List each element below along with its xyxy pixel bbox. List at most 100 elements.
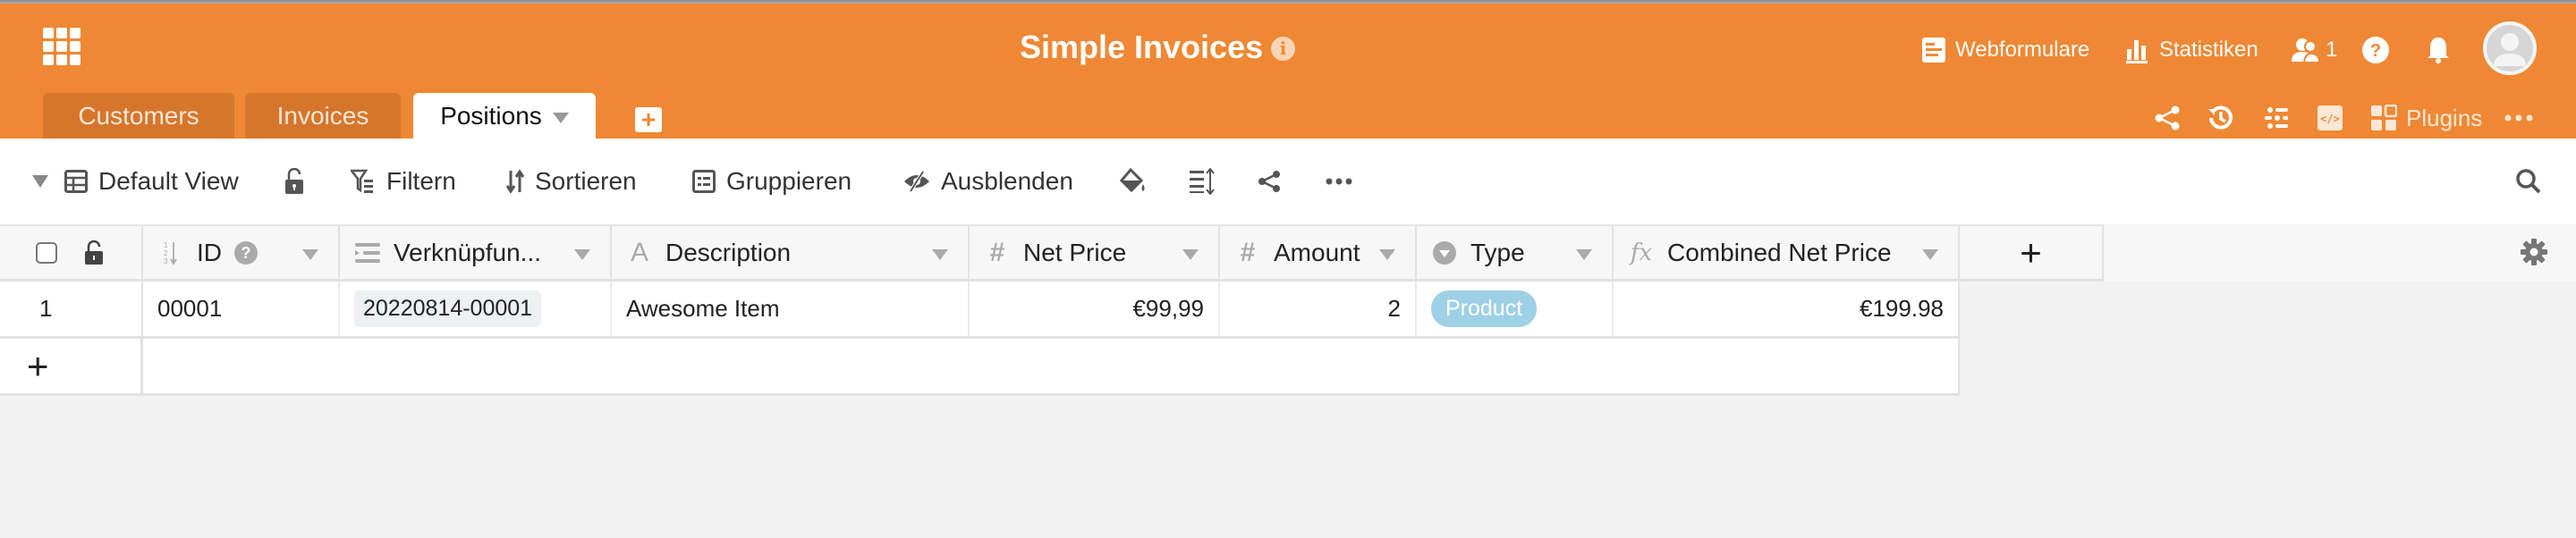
sliders-icon (2265, 107, 2288, 129)
row-height-button[interactable] (1190, 164, 1225, 199)
help-button[interactable]: ? (2361, 34, 2390, 66)
add-table-button[interactable]: + (635, 107, 662, 132)
filter-icon (351, 169, 373, 193)
select-all-checkbox[interactable] (36, 241, 57, 264)
add-column-button[interactable]: + (1960, 226, 2104, 279)
column-name: Description (665, 238, 792, 266)
view-selector[interactable]: Default View (32, 164, 239, 199)
column-name: Type (1470, 238, 1525, 266)
statistics-button[interactable]: Statistiken (2125, 34, 2258, 66)
svg-text:</>: </> (2320, 113, 2340, 125)
cell-link[interactable]: 20220814-00001 (340, 282, 612, 336)
chevron-down-icon[interactable] (1379, 249, 1395, 260)
search-button[interactable] (2515, 164, 2553, 199)
caret-down-icon (32, 175, 48, 188)
cell-net-price[interactable]: €99,99 (970, 282, 1220, 336)
share-icon (2155, 105, 2180, 130)
more-view-options-button[interactable] (1326, 164, 1363, 199)
unlock-icon[interactable] (84, 240, 104, 265)
api-button[interactable]: </> (2317, 102, 2343, 134)
plugins-button[interactable]: Plugins (2370, 102, 2482, 134)
collaborators-button[interactable]: 1 (2292, 34, 2337, 66)
cell-description[interactable]: Awesome Item (612, 282, 970, 336)
linked-record-chip[interactable]: 20220814-00001 (354, 290, 542, 327)
tab-invoices[interactable]: Invoices (245, 93, 401, 139)
column-header-id[interactable]: 123 ID ? (143, 226, 340, 279)
base-title: Simple Invoices (1020, 29, 1264, 65)
column-header-combined-net-price[interactable]: fx Combined Net Price (1614, 226, 1960, 279)
history-button[interactable] (2206, 102, 2234, 134)
chevron-down-icon[interactable] (552, 112, 569, 123)
webform-icon (1922, 38, 1945, 63)
plugins-grid-icon (2371, 105, 2397, 130)
chevron-down-icon[interactable] (302, 249, 318, 260)
more-dots-icon (1326, 178, 1352, 185)
row-height-icon (1190, 168, 1215, 195)
column-name: Combined Net Price (1667, 238, 1892, 266)
row-border (1958, 339, 1960, 393)
number-type-icon: # (989, 237, 1005, 267)
svg-text:?: ? (2370, 41, 2381, 61)
hide-label: Ausblenden (941, 167, 1073, 195)
group-label: Gruppieren (726, 167, 852, 195)
code-icon: </> (2318, 105, 2343, 130)
share-view-button[interactable] (1258, 164, 1292, 199)
info-icon[interactable]: i (1271, 37, 1295, 61)
share-button[interactable] (2154, 102, 2181, 134)
column-header-amount[interactable]: # Amount (1220, 226, 1417, 279)
text-type-icon: A (630, 237, 648, 267)
sort-label: Sortieren (535, 167, 637, 195)
chevron-down-icon[interactable] (932, 249, 948, 260)
filter-button[interactable]: Filtern (351, 164, 456, 199)
hide-fields-button[interactable]: Ausblenden (903, 164, 1073, 199)
column-header-type[interactable]: Type (1417, 226, 1614, 279)
notifications-button[interactable] (2426, 34, 2451, 66)
lock-view-button[interactable] (284, 164, 315, 199)
single-select-icon (1431, 240, 1458, 266)
apps-grid-icon[interactable] (43, 28, 80, 65)
chevron-down-icon[interactable] (1922, 249, 1938, 260)
cell-amount[interactable]: 2 (1220, 282, 1417, 336)
link-records-icon (354, 240, 381, 266)
chevron-down-icon[interactable] (1182, 249, 1199, 260)
statistics-label: Statistiken (2159, 38, 2258, 62)
plugins-label: Plugins (2406, 104, 2483, 131)
svg-text:2: 2 (164, 249, 168, 257)
svg-text:3: 3 (164, 257, 168, 265)
sort-button[interactable]: Sortieren (506, 164, 637, 199)
tab-customers[interactable]: Customers (43, 93, 234, 139)
cell-type[interactable]: Product (1417, 282, 1614, 336)
chevron-down-icon[interactable] (1576, 249, 1592, 260)
row-color-button[interactable] (1120, 164, 1157, 199)
table-row[interactable]: 1 00001 20220814-00001 Awesome Item €99,… (0, 282, 1960, 339)
column-header-description[interactable]: A Description (612, 226, 970, 279)
view-settings-button[interactable] (2263, 102, 2290, 134)
add-row[interactable]: + (0, 339, 1960, 396)
app-header: Simple Invoices i Webformulare Statistik… (0, 4, 2576, 139)
type-option-chip: Product (1431, 290, 1538, 327)
group-icon (692, 170, 716, 193)
column-name: Verknüpfun... (394, 238, 542, 266)
svg-text:1: 1 (164, 241, 168, 249)
tab-positions[interactable]: Positions (413, 93, 596, 139)
group-button[interactable]: Gruppieren (692, 164, 852, 199)
grid-header-row: 123 ID ? Verknüpfun... A Description # N… (0, 224, 2576, 282)
chevron-down-icon[interactable] (574, 249, 590, 260)
select-all-cell (0, 226, 143, 279)
share-icon (1258, 171, 1280, 192)
help-icon[interactable]: ? (234, 240, 258, 265)
webforms-label: Webformulare (1955, 38, 2090, 62)
webforms-button[interactable]: Webformulare (1921, 34, 2089, 66)
sort-icon (506, 169, 524, 194)
filter-label: Filtern (386, 167, 456, 195)
column-header-link[interactable]: Verknüpfun... (340, 226, 612, 279)
column-header-net-price[interactable]: # Net Price (970, 226, 1220, 279)
add-row-button[interactable]: + (0, 339, 143, 393)
cell-id[interactable]: 00001 (143, 282, 340, 336)
grid-settings-button[interactable] (2520, 238, 2548, 271)
paint-bucket-icon (1120, 168, 1145, 193)
question-circle-icon: ? (2362, 37, 2389, 63)
bell-icon (2428, 38, 2449, 63)
more-button[interactable] (2504, 102, 2533, 134)
user-avatar[interactable] (2483, 21, 2537, 75)
